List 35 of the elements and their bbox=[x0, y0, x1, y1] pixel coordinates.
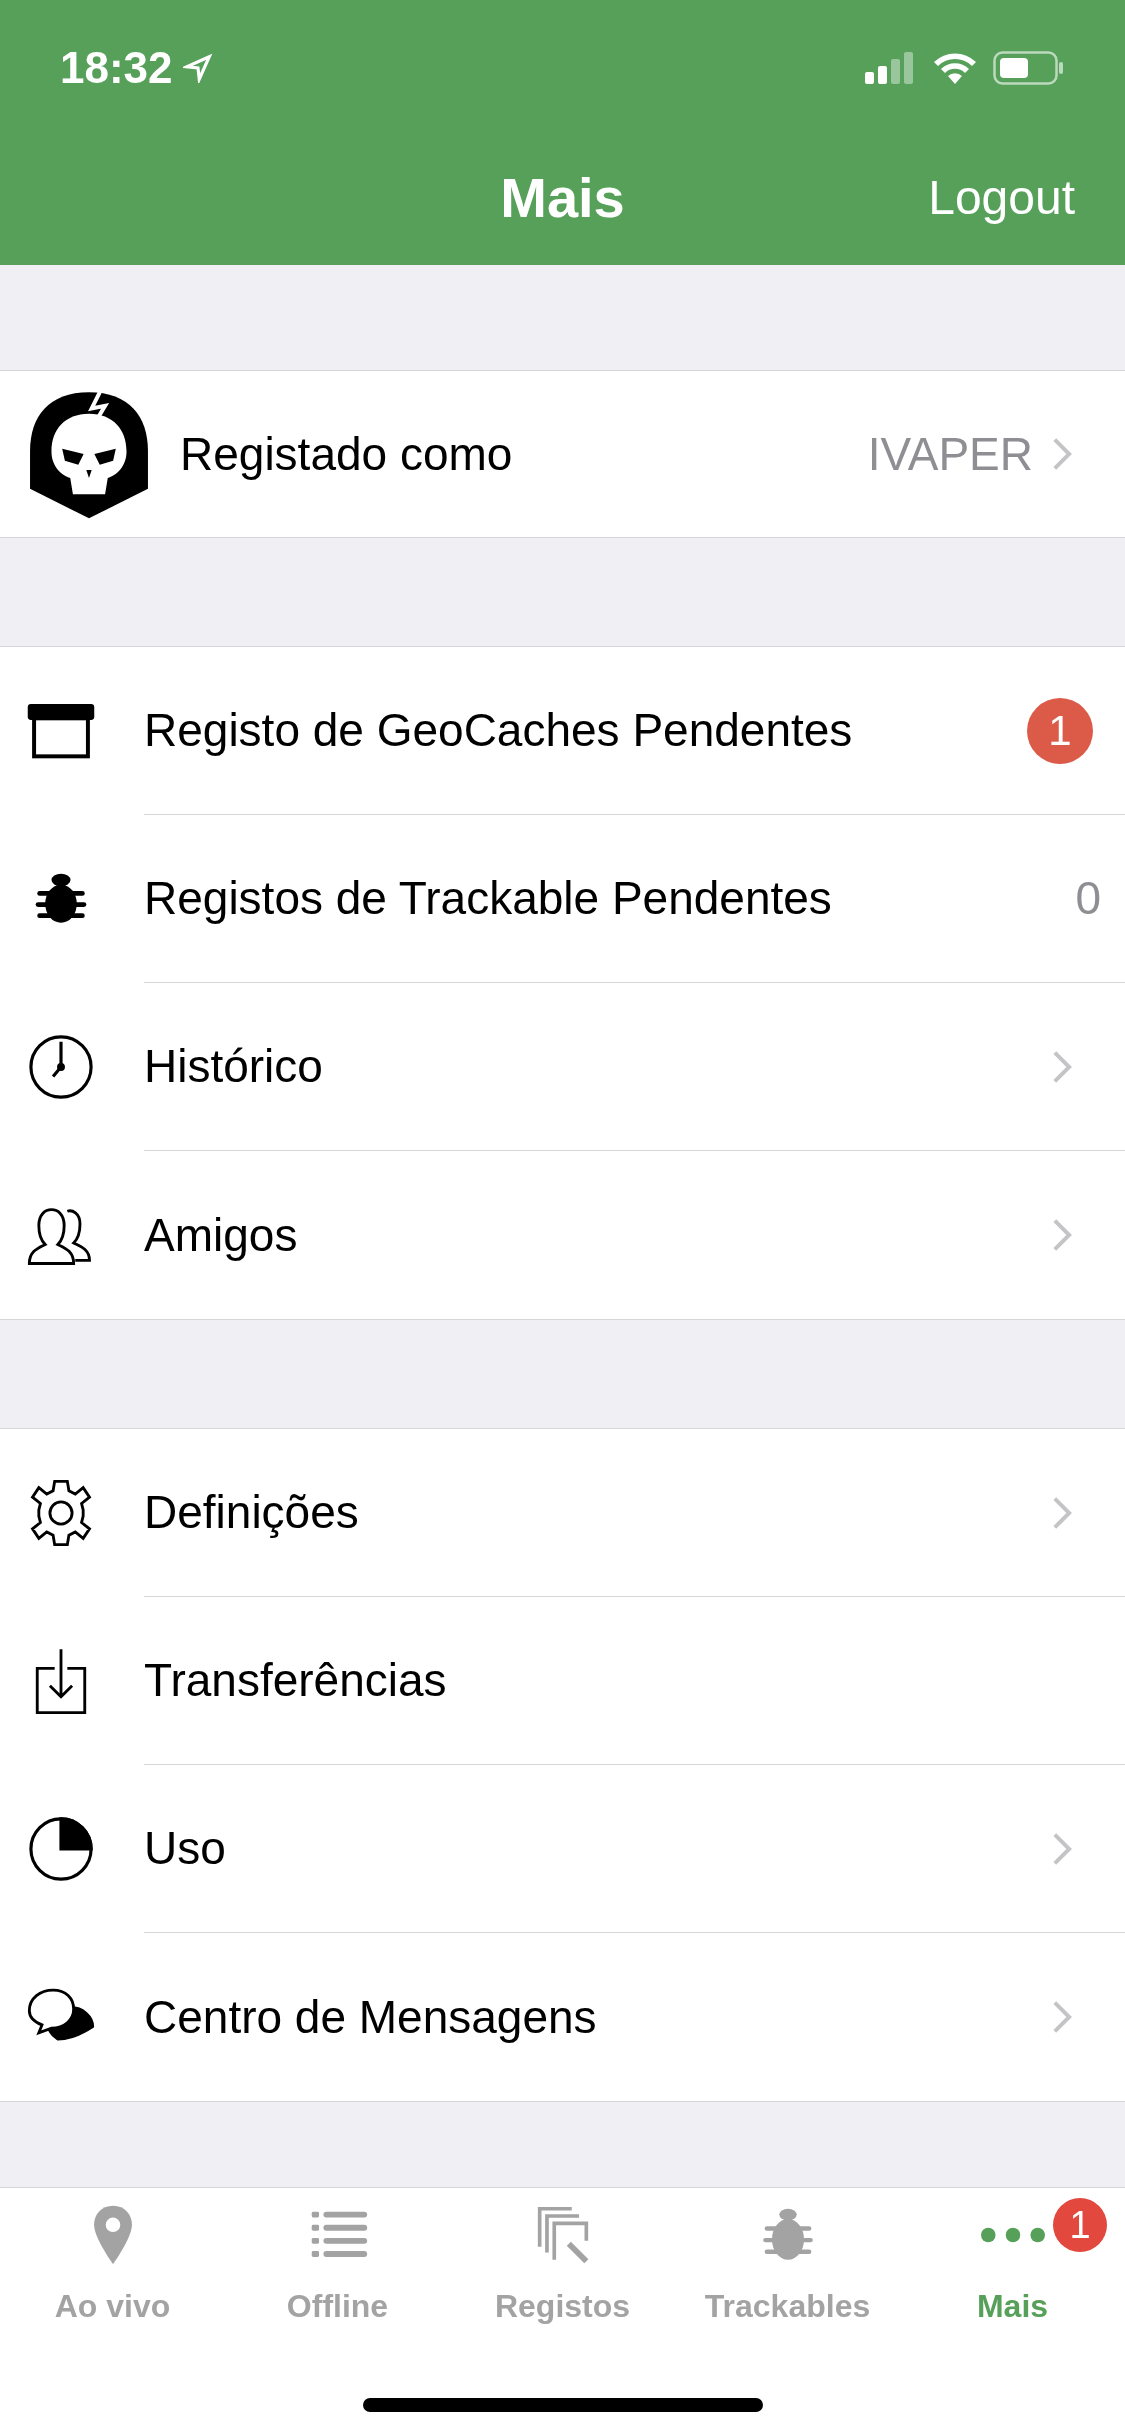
chevron-icon bbox=[1051, 436, 1073, 472]
chevron-icon bbox=[1051, 1999, 1073, 2035]
more-dots-icon bbox=[980, 2227, 1045, 2243]
menu-item-label: Transferências bbox=[144, 1653, 448, 1708]
menu-item[interactable]: Transferências bbox=[0, 1597, 1125, 1765]
battery-icon bbox=[993, 51, 1065, 85]
chevron-icon bbox=[1051, 1830, 1073, 1867]
chevron-icon bbox=[1051, 1217, 1073, 1253]
page-title: Mais bbox=[500, 164, 625, 231]
menu-item[interactable]: Centro de Mensagens bbox=[0, 1933, 1125, 2101]
menu-item-label: Uso bbox=[144, 1821, 227, 1876]
menu-item[interactable]: Amigos bbox=[0, 1151, 1125, 1319]
account-label: Registado como bbox=[180, 426, 514, 482]
count-text: 0 bbox=[1075, 871, 1101, 926]
wifi-icon bbox=[933, 52, 977, 84]
menu-item-label: Centro de Mensagens bbox=[144, 1989, 598, 2045]
account-row[interactable]: Registado como IVAPER bbox=[0, 370, 1125, 538]
chevron-icon bbox=[1051, 1048, 1073, 1085]
menu-item-label: Definições bbox=[144, 1485, 360, 1540]
menu-item[interactable]: Uso bbox=[0, 1765, 1125, 1933]
tab-item[interactable]: Mais 1 bbox=[900, 2188, 1125, 2330]
menu-item[interactable]: Histórico bbox=[0, 983, 1125, 1151]
location-arrow-icon bbox=[182, 53, 213, 83]
menu-item[interactable]: Registo de GeoCaches Pendentes 1 bbox=[0, 647, 1125, 815]
count-badge: 1 bbox=[1027, 697, 1093, 764]
menu-item-label: Amigos bbox=[144, 1207, 299, 1263]
menu-item[interactable]: Definições bbox=[0, 1429, 1125, 1597]
tab-badge: 1 bbox=[1053, 2198, 1107, 2252]
menu-item[interactable]: Registos de Trackable Pendentes 0 bbox=[0, 815, 1125, 983]
menu-item-label: Histórico bbox=[144, 1039, 324, 1094]
menu-item-label: Registo de GeoCaches Pendentes bbox=[144, 703, 854, 758]
chevron-icon bbox=[1051, 1494, 1073, 1531]
status-time: 18:32 bbox=[60, 42, 173, 94]
username-text: IVAPER bbox=[867, 426, 1033, 482]
menu-item-label: Registos de Trackable Pendentes bbox=[144, 871, 833, 926]
